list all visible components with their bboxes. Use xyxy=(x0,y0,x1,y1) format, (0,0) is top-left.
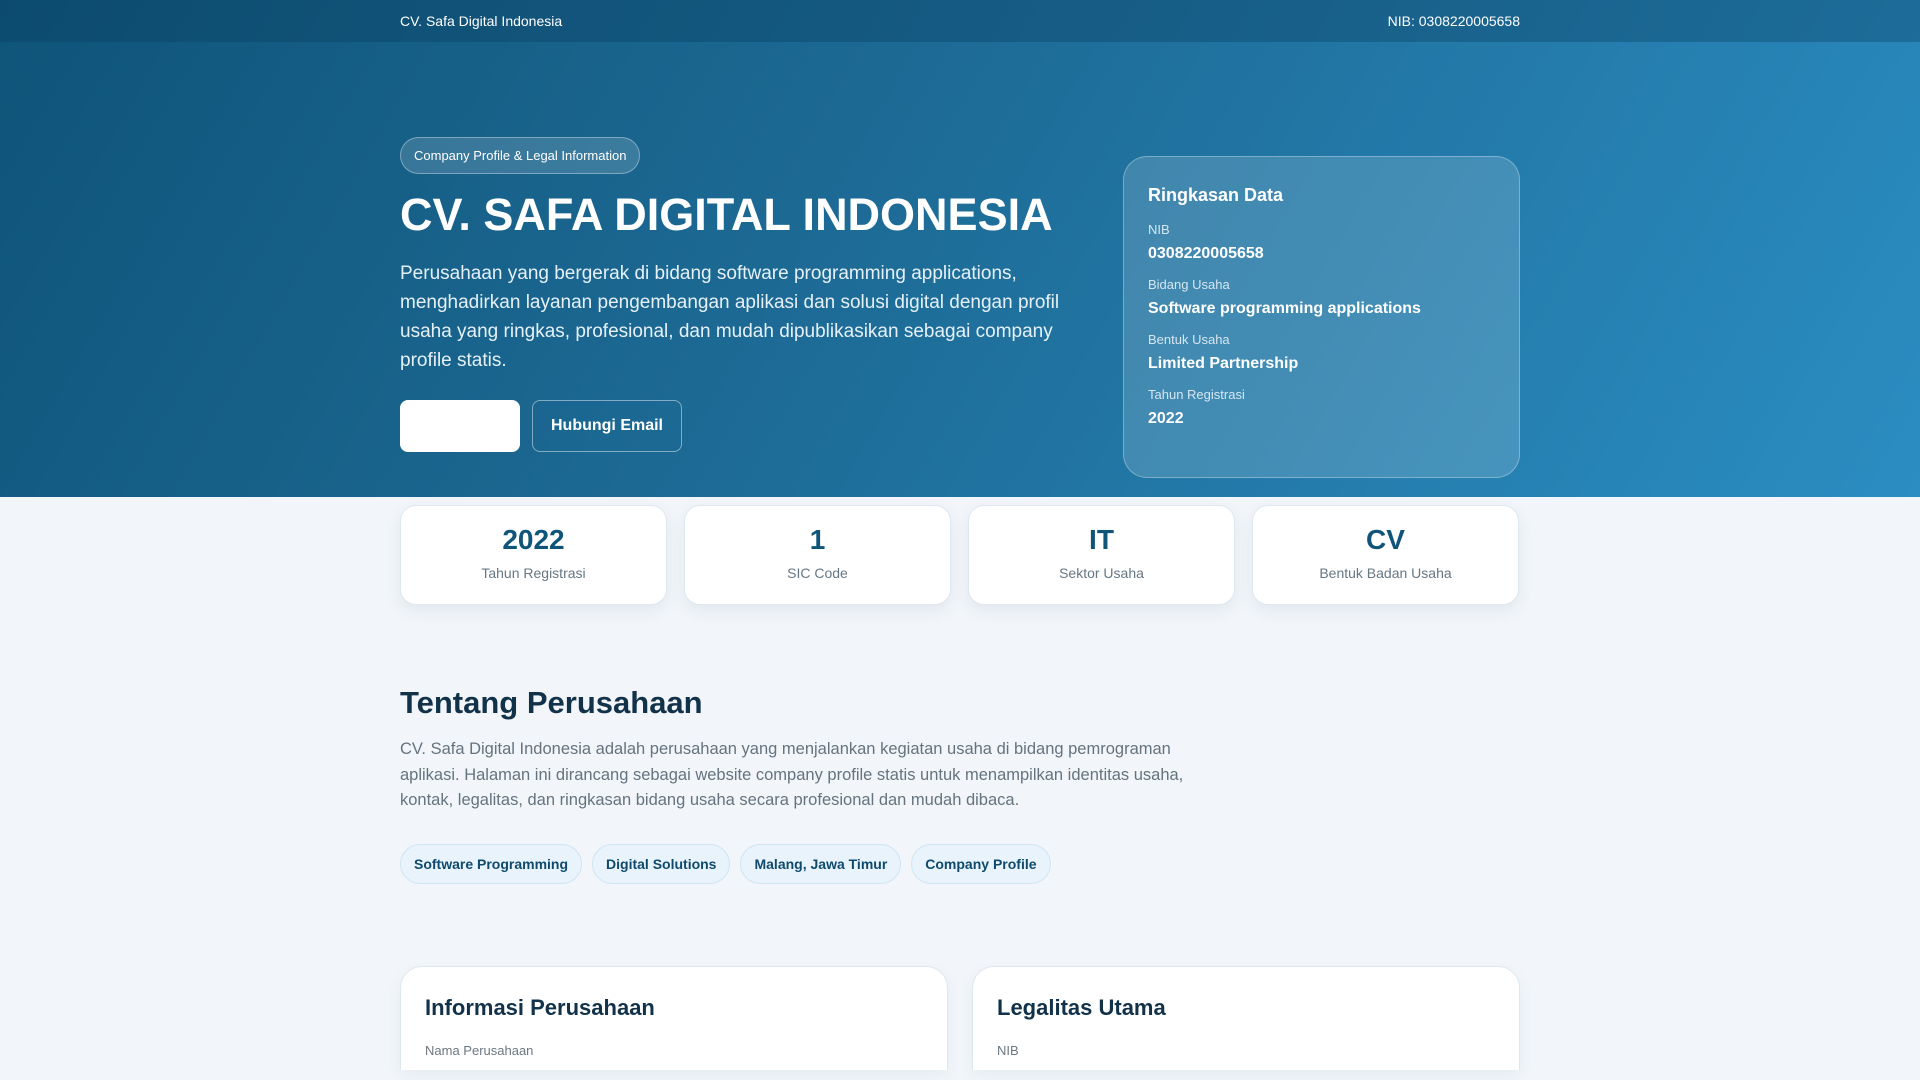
summary-title: Ringkasan Data xyxy=(1148,185,1284,205)
about-section: Tentang Perusahaan CV. Safa Digital Indo… xyxy=(400,685,1520,884)
brand-name: CV. Safa Digital Indonesia xyxy=(400,13,563,29)
stat-label: Bentuk Badan Usaha xyxy=(1319,565,1452,581)
card-label: NIB xyxy=(997,1042,1019,1058)
summary-label: Tahun Registrasi xyxy=(1148,387,1245,402)
stat-label: SIC Code xyxy=(787,565,848,581)
card-title: Legalitas Utama xyxy=(997,994,1166,1020)
stat-card: 1 SIC Code xyxy=(684,505,951,605)
stat-card: 2022 Tahun Registrasi xyxy=(400,505,667,605)
summary-value: Limited Partnership xyxy=(1148,355,1299,372)
company-info-card: Informasi Perusahaan Nama Perusahaan xyxy=(400,965,948,1070)
about-title: Tentang Perusahaan xyxy=(400,685,703,720)
card-title: Informasi Perusahaan xyxy=(425,994,655,1020)
hero-description: Perusahaan yang bergerak di bidang softw… xyxy=(400,263,1060,371)
stat-card: IT Sektor Usaha xyxy=(968,505,1235,605)
hero-section: CV. Safa Digital Indonesia NIB: 03082200… xyxy=(0,0,1920,497)
tag: Software Programming xyxy=(400,843,583,884)
about-text: CV. Safa Digital Indonesia adalah perusa… xyxy=(400,740,1184,809)
summary-value: Software programming applications xyxy=(1148,300,1421,317)
page-title: CV. SAFA DIGITAL INDONESIA xyxy=(400,189,1053,240)
summary-card: Ringkasan Data NIB 0308220005658 Bidang … xyxy=(1123,156,1520,478)
email-button[interactable]: Hubungi Email xyxy=(532,400,682,452)
tag: Company Profile xyxy=(911,843,1051,884)
summary-value: 2022 xyxy=(1148,410,1184,427)
tag: Malang, Jawa Timur xyxy=(740,843,902,884)
stat-value: 1 xyxy=(809,524,826,555)
summary-value: 0308220005658 xyxy=(1148,245,1264,262)
tag: Digital Solutions xyxy=(592,843,731,884)
stat-card: CV Bentuk Badan Usaha xyxy=(1252,505,1519,605)
primary-button[interactable] xyxy=(400,400,520,452)
stat-value: CV xyxy=(1366,524,1405,555)
top-bar: CV. Safa Digital Indonesia NIB: 03082200… xyxy=(0,0,1920,42)
stat-value: IT xyxy=(1089,524,1114,555)
stat-label: Sektor Usaha xyxy=(1059,565,1144,581)
summary-label: Bidang Usaha xyxy=(1148,277,1230,292)
hero-badge: Company Profile & Legal Information xyxy=(400,137,641,174)
stat-label: Tahun Registrasi xyxy=(481,565,586,581)
stat-value: 2022 xyxy=(502,524,565,555)
legal-card: Legalitas Utama NIB xyxy=(972,965,1520,1070)
card-label: Nama Perusahaan xyxy=(425,1042,534,1058)
stats-row: 2022 Tahun Registrasi 1 SIC Code IT Sektor … xyxy=(400,505,1520,605)
summary-label: NIB xyxy=(1148,222,1170,237)
summary-label: Bentuk Usaha xyxy=(1148,332,1230,347)
topbar-nib: NIB: 0308220005658 xyxy=(1387,13,1520,29)
